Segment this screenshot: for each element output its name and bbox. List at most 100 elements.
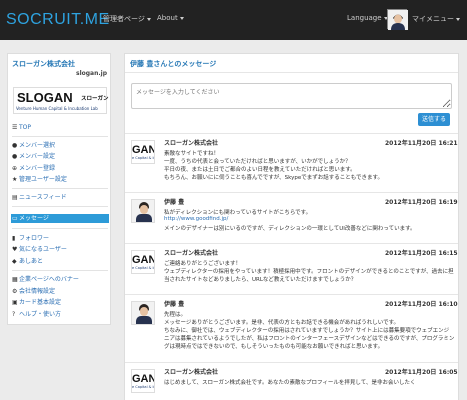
sidebar-item-company-settings[interactable]: ⚙ 会社情報設定 [12, 287, 55, 296]
banner-icon: ▦ [12, 276, 18, 283]
sidebar-item-help[interactable]: ? ヘルプ・使い方 [12, 310, 61, 319]
divider [12, 136, 108, 137]
message-text: ニアは募集されているようでしたが、私はフロントのインターフェースデザインなどはで… [164, 336, 455, 342]
admin-page-label: 管理者ページ [103, 15, 145, 23]
brand-logo[interactable]: SOCRUIT.ME [6, 11, 110, 29]
about-menu[interactable]: About [157, 14, 184, 22]
logo-japanese: スローガン [81, 96, 109, 102]
user-avatar[interactable] [131, 301, 155, 325]
logo-wordmark: SLOGAN [17, 90, 73, 105]
sidebar-item-card-settings[interactable]: ▣カード基本設定 [12, 298, 61, 307]
page-title: 伊藤 豊さんとのメッセージ [130, 60, 217, 68]
message-text: グは現時点ではできないので、もしそういったものも可能なお願いできればと思います。 [164, 344, 384, 350]
sidebar-item-messages[interactable]: ▭メッセージ [11, 214, 109, 223]
divider [125, 192, 458, 193]
my-menu[interactable]: マイメニュー [412, 14, 460, 24]
message-date: 2012年11月20日 16:15 [385, 250, 458, 257]
message-text: 平日の夜、または土日でご都合のよい日程を教えていただければと思います。 [164, 167, 356, 173]
message-date: 2012年11月20日 16:05 [385, 369, 458, 376]
sidebar-item-banner[interactable]: ▦企業ページへのバナー [12, 275, 79, 284]
user-avatar[interactable] [387, 9, 408, 30]
message-text: ご連絡ありがとうございます！ [164, 261, 242, 267]
divider [125, 72, 458, 73]
plus-icon: ⊕ [12, 165, 18, 172]
divider [125, 133, 458, 134]
company-avatar[interactable]: GAN e Capital & In [131, 140, 155, 164]
message-author[interactable]: 伊藤 豊 [164, 197, 184, 206]
admin-page-menu[interactable]: 管理者ページ [103, 14, 151, 24]
message-text: ウェブディレクターの採用をやっています！積極採用中です。フロントのデザインができ… [164, 269, 454, 275]
message-text: 当されたサイトなどありましたら、URLなど教えていただけますでしょうか？ [164, 277, 357, 283]
divider [125, 362, 458, 363]
sidebar-item-label: TOP [19, 124, 32, 131]
send-button[interactable]: 送信する [418, 113, 450, 126]
company-avatar[interactable]: GAN e Capital & In [131, 369, 155, 393]
company-logo: SLOGAN スローガン Venture Human Capital & Inc… [13, 87, 109, 114]
message-text: メインのデザイナーは別にいるのですが、ディレクションの一環としてUI改善などに関… [164, 226, 416, 232]
my-menu-label: マイメニュー [412, 15, 454, 23]
list-icon: ☰ [12, 124, 18, 131]
sidebar-item-label: カード基本設定 [19, 299, 62, 306]
sidebar-item-label: あしあと [19, 258, 44, 265]
message-date: 2012年11月20日 16:21 [385, 140, 458, 147]
company-avatar[interactable]: GAN e Capital & In [131, 250, 155, 274]
message-date: 2012年11月20日 16:10 [385, 301, 458, 308]
user-avatar[interactable] [131, 199, 155, 223]
sidebar-item-top[interactable]: ☰ TOP [12, 123, 31, 132]
logo-tagline: Venture Human Capital & Incubation Lab [16, 106, 98, 111]
language-label: Language [347, 14, 382, 22]
divider [12, 228, 108, 229]
sidebar-item-label: 企業ページへのバナー [19, 276, 79, 283]
heart-icon: ♥ [12, 246, 18, 253]
card-icon: ▣ [12, 299, 18, 306]
sidebar-item-followers[interactable]: ▮ フォロワー [12, 234, 49, 243]
message-author[interactable]: スローガン株式会社 [164, 248, 218, 257]
sidebar-item-label: メンバー設定 [19, 153, 56, 160]
message-author[interactable]: 伊藤 豊 [164, 299, 184, 308]
gear-icon: ⚙ [12, 288, 18, 295]
bookmark-icon: ▮ [12, 235, 16, 242]
footprint-icon: ◆ [12, 258, 17, 265]
sidebar-item-label: 会社情報設定 [19, 288, 56, 295]
message-text: 先程は。 [164, 312, 187, 318]
message-author[interactable]: スローガン株式会社 [164, 367, 218, 376]
sidebar-item-admin-users[interactable]: ★ 管理ユーザー設定 [12, 175, 67, 184]
sidebar-item-label: 気になるユーザー [19, 246, 67, 253]
message-author[interactable]: スローガン株式会社 [164, 138, 218, 147]
sidebar-item-interested-users[interactable]: ♥ 気になるユーザー [12, 245, 67, 254]
message-link[interactable]: http://www.goodfind.jp/ [164, 216, 228, 222]
sidebar-item-member-register[interactable]: ⊕ メンバー登録 [12, 164, 55, 173]
company-name: スローガン株式会社 [12, 60, 75, 68]
chevron-down-icon [179, 16, 184, 20]
sidebar-item-label: ニュースフィード [19, 194, 67, 201]
sidebar-item-label: 管理ユーザー設定 [19, 176, 67, 183]
star-icon: ★ [12, 176, 18, 183]
message-text: 一度、うちの代表と会っていただければと思いますが、いかがでしょうか？ [164, 159, 351, 165]
message-text: 素敵なサイトですね！ [164, 151, 220, 157]
users-icon: ● [12, 153, 18, 160]
user-icon: ● [12, 142, 18, 149]
message-text: はじめまして、スローガン株式会社です。あなたの素敵なプロフィールを拝見して、是非… [164, 380, 416, 386]
sidebar: スローガン株式会社 slogan.jp SLOGAN スローガン Venture… [7, 53, 111, 325]
message-text: メッセージありがとうございます。是非、代表の方ともお話できる機会があればうれしい… [164, 320, 400, 326]
company-url: slogan.jp [76, 70, 107, 77]
divider [125, 294, 458, 295]
divider [12, 188, 108, 189]
about-label: About [157, 14, 178, 22]
help-icon: ? [12, 311, 16, 318]
newspaper-icon: ▤ [12, 194, 18, 201]
message-text: ちなみに、御社では、ウェブディレクターの採用はされていますでしょうか？サイト上に… [164, 328, 450, 334]
sidebar-item-member-settings[interactable]: ● メンバー設定 [12, 152, 55, 161]
top-navbar: SOCRUIT.ME 管理者ページ About Language マイメニュー [0, 0, 467, 40]
language-menu[interactable]: Language [347, 14, 388, 22]
sidebar-item-newsfeed[interactable]: ▤ニュースフィード [12, 193, 67, 202]
sidebar-item-label: メッセージ [19, 215, 49, 222]
sidebar-item-footprints[interactable]: ◆ あしあと [12, 257, 43, 266]
chevron-down-icon [456, 17, 460, 21]
sidebar-item-label: メンバー選択 [19, 142, 56, 149]
message-input[interactable] [131, 83, 452, 109]
chevron-down-icon [146, 17, 151, 21]
divider [125, 243, 458, 244]
sidebar-item-member-select[interactable]: ● メンバー選択 [12, 141, 55, 150]
sidebar-item-label: フォロワー [19, 235, 50, 242]
